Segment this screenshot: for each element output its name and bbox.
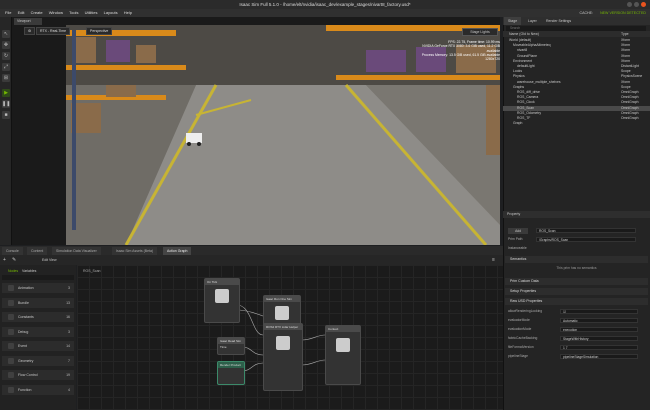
menu-help[interactable]: Help xyxy=(124,10,132,15)
category-icon xyxy=(8,343,14,349)
category-icon xyxy=(8,285,14,291)
node-render-product[interactable]: Render Product xyxy=(217,361,245,385)
viewport-stats: FPS: 22.75, Frame time: 10.99 ms NVIDIA … xyxy=(421,40,500,62)
library-item[interactable]: Bundle 13 xyxy=(2,297,74,308)
node-image-icon xyxy=(336,338,350,352)
section-setup-properties[interactable]: Setup Properties xyxy=(505,288,648,295)
minimize-button[interactable] xyxy=(627,2,632,7)
new-version-notice[interactable]: NEW VERSION DETECTED xyxy=(600,11,646,15)
node-isaac-read-sim-time[interactable]: Isaac Read Sim Time xyxy=(217,337,245,355)
viewport-settings-button[interactable]: ⚙ xyxy=(24,27,36,35)
move-tool-icon[interactable]: ✥ xyxy=(2,41,10,49)
tab-isaac-sim-assets[interactable]: Isaac Sim Assets (Beta) xyxy=(112,247,158,255)
raw-prop-value[interactable]: ☑ xyxy=(560,309,638,314)
tab-sim-data-visualizer[interactable]: Simulation Data Visualizer xyxy=(52,247,101,255)
tool-sidebar: ↖ ✥ ↻ ⤢ ⊞ ▶ ❚❚ ■ xyxy=(0,17,12,245)
node-ros2-rtx-lidar-helper[interactable]: ROS2 RTX Lidar Helper xyxy=(263,323,303,391)
prim-path-field[interactable]: /Graphs/ROS_Scan xyxy=(536,237,636,242)
section-prim-custom-data[interactable]: Prim Custom Data xyxy=(505,278,648,285)
library-item[interactable]: Geometry 7 xyxy=(2,355,74,366)
menu-edit[interactable]: Edit xyxy=(18,10,25,15)
tab-nodes[interactable]: Nodes xyxy=(8,269,18,273)
category-icon xyxy=(8,328,14,335)
snap-tool-icon[interactable]: ⊞ xyxy=(2,74,10,82)
render-mode-dropdown[interactable]: RTX - Real-Time xyxy=(36,27,71,35)
menu-layouts[interactable]: Layouts xyxy=(104,10,118,15)
pause-icon[interactable]: ❚❚ xyxy=(2,100,10,108)
menu-utilities[interactable]: Utilities xyxy=(85,10,98,15)
tab-variables[interactable]: Variables xyxy=(22,269,36,273)
library-item[interactable]: Constants 16 xyxy=(2,312,74,322)
tab-content[interactable]: Content xyxy=(27,247,48,255)
library-item[interactable]: Animation 3 xyxy=(2,283,74,293)
maximize-button[interactable] xyxy=(634,2,639,7)
category-icon xyxy=(8,386,14,393)
instanceable-label: Instanceable xyxy=(508,246,527,250)
node-image-icon xyxy=(276,336,290,350)
category-icon xyxy=(8,314,14,320)
graph-canvas[interactable]: ROS_Scan On Tick Isaac Run One Sim Isaac… xyxy=(77,265,503,410)
edit-graph-icon[interactable]: ✎ xyxy=(12,257,16,263)
tab-action-graph[interactable]: Action Graph xyxy=(163,247,192,255)
raw-prop-value[interactable]: execution xyxy=(560,327,638,332)
menu-bar: File Edit Create Window Tools Utilities … xyxy=(0,9,650,17)
raw-prop-value[interactable]: StageWithHistory xyxy=(560,336,638,341)
stage-header: Name (Old to New) Type xyxy=(503,31,650,37)
category-icon xyxy=(8,299,14,306)
raw-prop-value[interactable]: Automatic xyxy=(560,318,638,323)
section-semantics[interactable]: Semantics xyxy=(505,256,648,263)
tab-property[interactable]: Property xyxy=(503,211,650,218)
menu-window[interactable]: Window xyxy=(49,10,63,15)
no-semantics-text: This prim has no semantics xyxy=(556,266,597,270)
menu-tools[interactable]: Tools xyxy=(69,10,78,15)
library-item[interactable]: Flow Control 19 xyxy=(2,370,74,380)
scale-tool-icon[interactable]: ⤢ xyxy=(2,63,10,71)
cache-status: CACHE: NEW VERSION DETECTED xyxy=(579,11,646,15)
node-context[interactable]: Context xyxy=(325,325,361,385)
add-button[interactable]: Add xyxy=(508,228,528,234)
tab-layer[interactable]: Layer xyxy=(524,17,541,25)
raw-prop-label: evaluatorMode xyxy=(508,318,530,322)
category-icon xyxy=(8,357,14,364)
library-item[interactable]: Debug 3 xyxy=(2,326,74,337)
tab-console[interactable]: Console xyxy=(2,247,23,255)
stage-tree-row[interactable]: Graph xyxy=(503,121,650,126)
menu-file[interactable]: File xyxy=(5,10,11,15)
raw-prop-value[interactable]: 1 7 xyxy=(560,345,638,350)
raw-prop-label: allowRenderingLocking xyxy=(508,309,543,313)
graph-toolbar: + ✎ Edit View ≡ xyxy=(0,255,503,265)
viewport-tab[interactable]: Viewport xyxy=(14,18,42,25)
library-item[interactable]: Event 14 xyxy=(2,341,74,351)
node-image-icon xyxy=(215,289,229,303)
prim-name-field[interactable]: ROS_Scan xyxy=(536,228,636,233)
select-tool-icon[interactable]: ↖ xyxy=(2,30,10,38)
tab-stage[interactable]: Stage xyxy=(504,17,522,25)
rotate-tool-icon[interactable]: ↻ xyxy=(2,52,10,60)
camera-dropdown[interactable]: Perspective xyxy=(86,27,113,35)
prim-path-label: Prim Path xyxy=(508,237,523,241)
section-raw-usd-properties[interactable]: Raw USD Properties xyxy=(505,298,648,305)
raw-prop-value[interactable]: pipelineStageSimulation xyxy=(560,354,638,359)
node-image-icon xyxy=(275,306,289,320)
menu-create[interactable]: Create xyxy=(31,10,43,15)
stop-icon[interactable]: ■ xyxy=(2,111,10,119)
category-icon xyxy=(8,372,14,378)
add-graph-icon[interactable]: + xyxy=(3,257,6,263)
raw-prop-label: fabricCacheBacking xyxy=(508,336,538,340)
graph-menu-icon[interactable]: ≡ xyxy=(492,257,495,263)
close-button[interactable] xyxy=(641,2,646,7)
raw-prop-label: pipelineStage xyxy=(508,354,528,358)
library-search-input[interactable] xyxy=(2,275,74,280)
raw-prop-label: fileFormatVersion xyxy=(508,345,534,349)
raw-prop-label: evaluationMode xyxy=(508,327,532,331)
tab-render-settings[interactable]: Render Settings xyxy=(542,17,575,25)
window-title: Isaac Sim Full 5.1.0 - /home/elt/nvidia/… xyxy=(0,0,650,9)
library-item[interactable]: Function 4 xyxy=(2,384,74,395)
play-icon[interactable]: ▶ xyxy=(2,89,10,97)
node-on-tick[interactable]: On Tick xyxy=(204,278,240,323)
stage-row-name: Graph xyxy=(513,121,523,126)
stage-lights-button[interactable]: Stage Lights xyxy=(462,28,498,36)
